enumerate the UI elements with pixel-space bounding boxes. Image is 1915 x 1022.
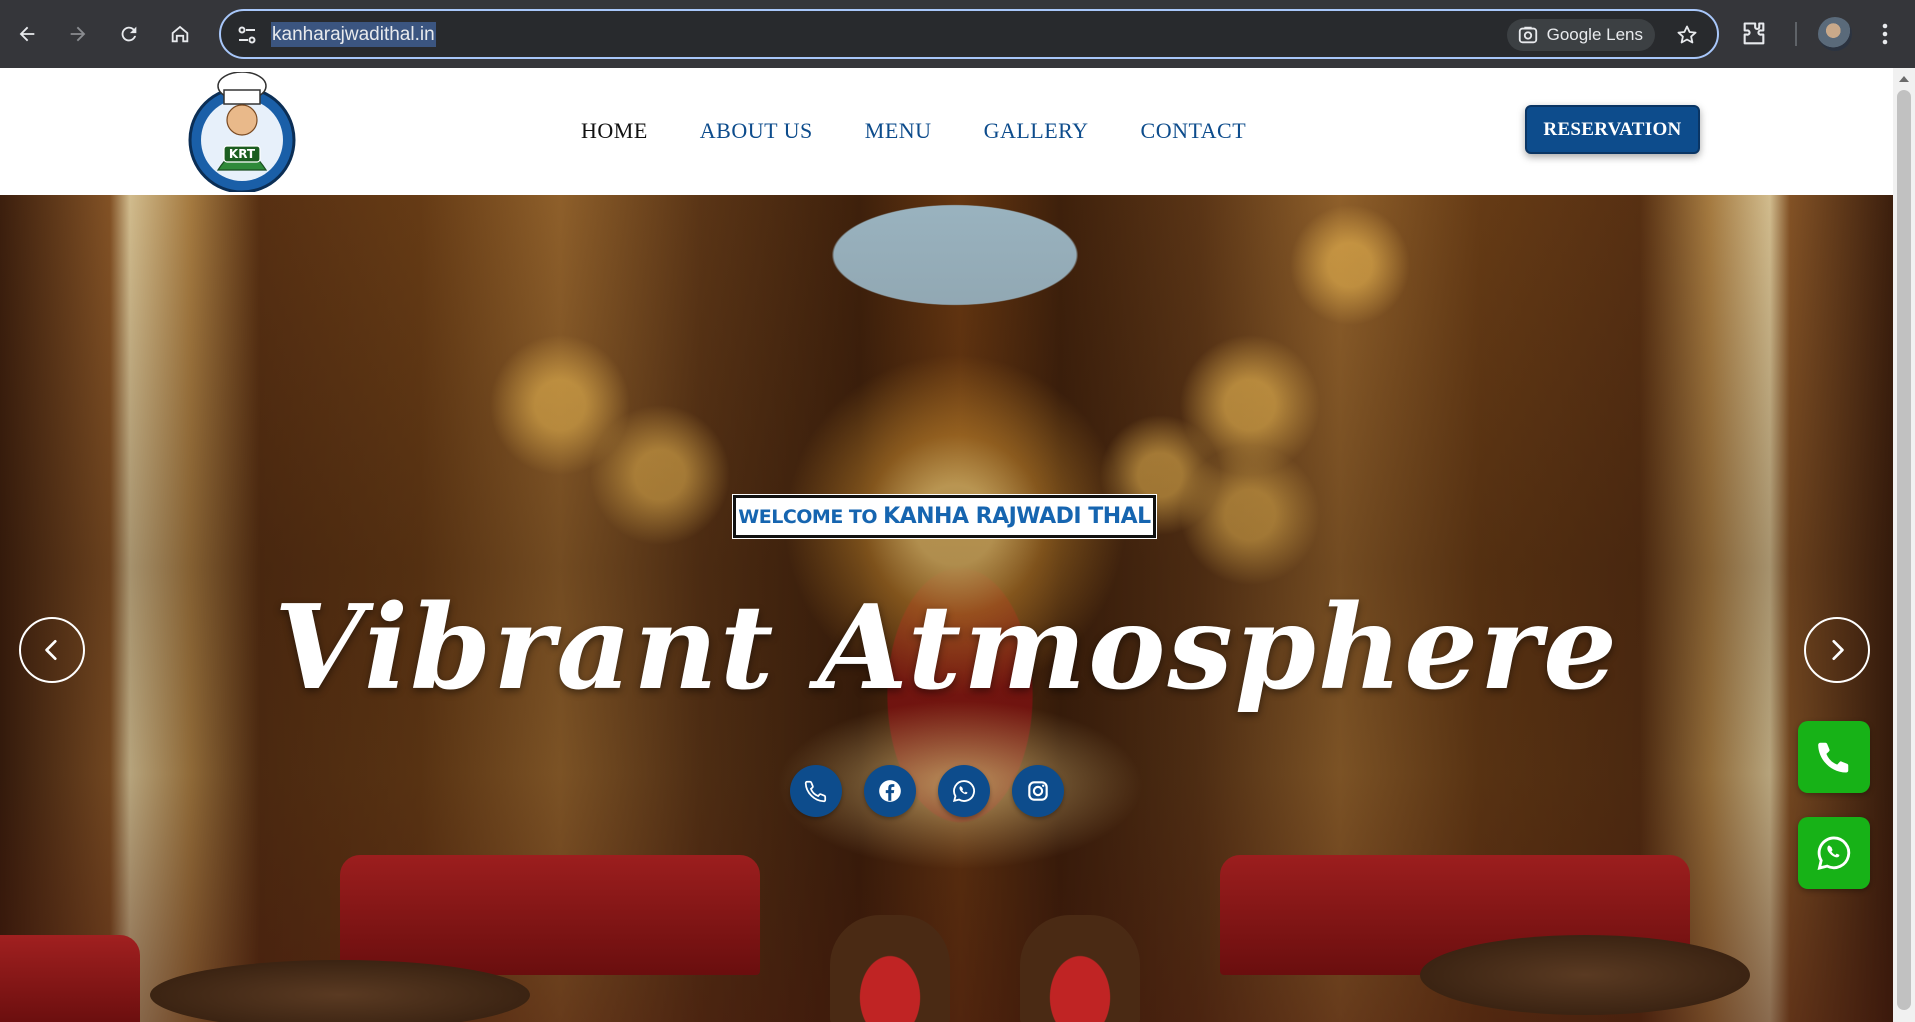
url-text[interactable]: kanharajwadithal.in	[271, 22, 436, 47]
hero-bg-sofa	[340, 855, 760, 975]
slider-prev-button[interactable]	[19, 617, 85, 683]
nav-about-us[interactable]: ABOUT US	[700, 118, 813, 144]
hero-bg-sofa	[0, 935, 140, 1022]
welcome-prefix: WELCOME TO	[738, 505, 878, 528]
nav-home[interactable]: HOME	[581, 118, 648, 144]
facebook-icon	[879, 780, 901, 802]
scroll-up-arrow-icon[interactable]	[1899, 76, 1909, 82]
google-lens-button[interactable]: Google Lens	[1506, 19, 1655, 51]
scrollbar-thumb[interactable]	[1897, 90, 1911, 1010]
social-phone-button[interactable]	[790, 765, 842, 817]
social-links	[790, 765, 1064, 817]
reload-icon	[121, 26, 137, 42]
phone-icon	[804, 780, 827, 803]
google-lens-label: Google Lens	[1546, 25, 1643, 44]
reservation-button[interactable]: RESERVATION	[1525, 105, 1700, 154]
hero-bg-chair	[1020, 915, 1140, 1022]
back-button[interactable]	[7, 14, 47, 54]
slider-next-button[interactable]	[1804, 617, 1870, 683]
toolbar-divider	[1795, 22, 1797, 46]
nav-gallery[interactable]: GALLERY	[984, 118, 1089, 144]
site-info-icon[interactable]	[235, 23, 259, 47]
home-button[interactable]	[160, 14, 200, 54]
phone-icon	[1818, 742, 1849, 773]
hero-slider: WELCOME TO KANHA RAJWADI THAL Vibrant At…	[0, 195, 1893, 1022]
chevron-left-icon	[45, 639, 57, 661]
social-instagram-button[interactable]	[1012, 765, 1064, 817]
browser-toolbar: kanharajwadithal.in Google Lens	[0, 0, 1915, 68]
welcome-name: KANHA RAJWADI THAL	[883, 504, 1151, 529]
site-header: KRT HOME ABOUT US MENU GALLERY CONTACT R…	[0, 68, 1893, 195]
arrow-right-icon	[70, 26, 86, 42]
social-whatsapp-button[interactable]	[938, 765, 990, 817]
page-scrollbar[interactable]	[1893, 68, 1915, 1022]
nav-contact[interactable]: CONTACT	[1141, 118, 1247, 144]
lens-icon	[1518, 26, 1537, 44]
arrow-left-icon	[19, 26, 35, 42]
home-icon	[171, 25, 189, 43]
chevron-right-icon	[1832, 639, 1844, 661]
instagram-icon	[1028, 781, 1048, 801]
krt-logo[interactable]: KRT	[186, 72, 298, 192]
bookmark-star-icon[interactable]	[1675, 23, 1699, 47]
nav-menu[interactable]: MENU	[865, 118, 932, 144]
kebab-menu-icon[interactable]	[1877, 20, 1893, 48]
social-facebook-button[interactable]	[864, 765, 916, 817]
whatsapp-icon	[1817, 836, 1851, 870]
profile-avatar[interactable]	[1818, 17, 1852, 51]
svg-text:KRT: KRT	[229, 147, 256, 161]
hero-bg-table	[150, 960, 530, 1022]
extensions-puzzle-icon[interactable]	[1740, 20, 1768, 48]
whatsapp-icon	[952, 780, 976, 803]
welcome-banner: WELCOME TO KANHA RAJWADI THAL	[732, 494, 1157, 539]
main-navigation: HOME ABOUT US MENU GALLERY CONTACT	[581, 118, 1246, 144]
hero-bg-table	[1420, 935, 1750, 1015]
forward-button[interactable]	[58, 14, 98, 54]
floating-call-button[interactable]	[1798, 721, 1870, 793]
address-bar[interactable]: kanharajwadithal.in Google Lens	[219, 9, 1719, 59]
hero-bg-chair	[830, 915, 950, 1022]
hero-title: Vibrant Atmosphere	[274, 580, 1619, 716]
floating-whatsapp-button[interactable]	[1798, 817, 1870, 889]
reload-button[interactable]	[109, 14, 149, 54]
